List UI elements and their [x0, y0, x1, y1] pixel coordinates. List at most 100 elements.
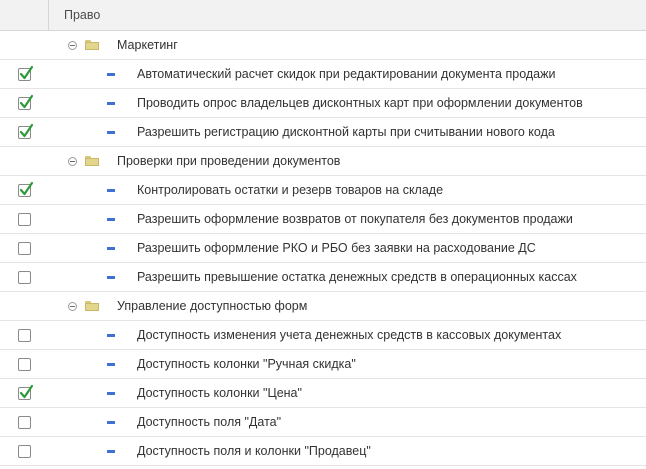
permission-label: Контролировать остатки и резерв товаров …: [137, 183, 444, 197]
tree-cell: Разрешить регистрацию дисконтной карты п…: [49, 118, 555, 146]
dash-icon: [107, 246, 115, 250]
table-row[interactable]: Разрешить превышение остатка денежных ср…: [0, 263, 646, 292]
check-cell: [0, 60, 49, 88]
group-row[interactable]: Маркетинг: [0, 31, 646, 60]
permission-label: Проводить опрос владельцев дисконтных ка…: [137, 96, 583, 110]
tree-cell: Разрешить оформление РКО и РБО без заявк…: [49, 234, 536, 262]
permission-label: Доступность изменения учета денежных сре…: [137, 328, 562, 342]
folder-icon: [85, 156, 99, 166]
dash-icon: [107, 391, 115, 395]
table-row[interactable]: Доступность изменения учета денежных сре…: [0, 321, 646, 350]
check-cell: [0, 408, 49, 436]
permission-checkbox[interactable]: [18, 444, 31, 458]
check-cell: [0, 89, 49, 117]
check-cell: [0, 263, 49, 291]
permission-checkbox[interactable]: [18, 415, 31, 429]
permission-checkbox[interactable]: [18, 384, 34, 400]
folder-icon: [85, 40, 99, 50]
check-cell: [0, 205, 49, 233]
collapse-icon[interactable]: [68, 301, 77, 311]
table-row[interactable]: Разрешить регистрацию дисконтной карты п…: [0, 118, 646, 147]
tree-cell: Доступность изменения учета денежных сре…: [49, 321, 561, 349]
checkmark-icon: [19, 123, 34, 137]
dash-icon: [107, 130, 115, 134]
permission-checkbox[interactable]: [18, 241, 31, 255]
table-row[interactable]: Доступность поля и колонки "Продавец": [0, 437, 646, 466]
permission-checkbox[interactable]: [18, 123, 34, 139]
table-row[interactable]: Автоматический расчет скидок при редакти…: [0, 60, 646, 89]
table-row[interactable]: Проводить опрос владельцев дисконтных ка…: [0, 89, 646, 118]
check-cell: [0, 234, 49, 262]
permission-label: Доступность поля "Дата": [137, 415, 282, 429]
table-header: Право: [0, 0, 646, 31]
check-cell: [0, 147, 49, 175]
permission-checkbox[interactable]: [18, 181, 34, 197]
tree-cell: Доступность поля "Дата": [49, 408, 281, 436]
tree-cell: Доступность колонки "Ручная скидка": [49, 350, 356, 378]
group-label: Проверки при проведении документов: [117, 154, 341, 168]
permission-checkbox[interactable]: [18, 65, 34, 81]
check-cell: [0, 437, 49, 465]
table-row[interactable]: Доступность поля "Дата": [0, 408, 646, 437]
permission-checkbox[interactable]: [18, 357, 31, 371]
dash-icon: [107, 101, 115, 105]
checkmark-icon: [19, 181, 34, 195]
group-row[interactable]: Проверки при проведении документов: [0, 147, 646, 176]
permission-label: Доступность поля и колонки "Продавец": [137, 444, 371, 458]
check-cell: [0, 292, 49, 320]
permission-label: Автоматический расчет скидок при редакти…: [137, 67, 556, 81]
tree-cell: Проводить опрос владельцев дисконтных ка…: [49, 89, 583, 117]
permission-label: Доступность колонки "Ручная скидка": [137, 357, 356, 371]
check-cell: [0, 31, 49, 59]
permission-label: Разрешить оформление РКО и РБО без заявк…: [137, 241, 536, 255]
table-row[interactable]: Доступность колонки "Цена": [0, 379, 646, 408]
dash-icon: [107, 449, 115, 453]
check-cell: [0, 321, 49, 349]
permission-label: Разрешить оформление возвратов от покупа…: [137, 212, 573, 226]
permissions-table: Право Маркетинг Автоматический расчет ски…: [0, 0, 646, 469]
dash-icon: [107, 420, 115, 424]
group-row[interactable]: Управление доступностью форм: [0, 292, 646, 321]
check-cell: [0, 379, 49, 407]
permission-label: Доступность колонки "Цена": [137, 386, 302, 400]
table-row[interactable]: Разрешить оформление РКО и РБО без заявк…: [0, 234, 646, 263]
permission-checkbox[interactable]: [18, 94, 34, 110]
tree-cell: Доступность колонки "Цена": [49, 379, 302, 407]
folder-icon: [85, 301, 99, 311]
permission-checkbox[interactable]: [18, 270, 31, 284]
table-row[interactable]: Доступность колонки "Ручная скидка": [0, 350, 646, 379]
check-cell: [0, 350, 49, 378]
header-check-column: [0, 0, 49, 30]
check-cell: [0, 118, 49, 146]
dash-icon: [107, 275, 115, 279]
checkmark-icon: [19, 384, 34, 398]
check-cell: [0, 176, 49, 204]
group-label: Управление доступностью форм: [117, 299, 308, 313]
dash-icon: [107, 217, 115, 221]
permission-checkbox[interactable]: [18, 212, 31, 226]
tree-cell: Управление доступностью форм: [49, 292, 307, 320]
dash-icon: [107, 362, 115, 366]
tree-cell: Проверки при проведении документов: [49, 147, 340, 175]
collapse-icon[interactable]: [68, 156, 77, 166]
group-label: Маркетинг: [117, 38, 178, 52]
header-title[interactable]: Право: [49, 0, 100, 30]
dash-icon: [107, 333, 115, 337]
tree-cell: Автоматический расчет скидок при редакти…: [49, 60, 555, 88]
table-row[interactable]: Контролировать остатки и резерв товаров …: [0, 176, 646, 205]
tree-cell: Разрешить оформление возвратов от покупа…: [49, 205, 573, 233]
checkmark-icon: [19, 65, 34, 79]
dash-icon: [107, 188, 115, 192]
dash-icon: [107, 72, 115, 76]
collapse-icon[interactable]: [68, 40, 77, 50]
table-body: Маркетинг Автоматический расчет скидок пр…: [0, 31, 646, 466]
tree-cell: Разрешить превышение остатка денежных ср…: [49, 263, 577, 291]
tree-cell: Контролировать остатки и резерв товаров …: [49, 176, 443, 204]
table-row[interactable]: Разрешить оформление возвратов от покупа…: [0, 205, 646, 234]
permission-label: Разрешить превышение остатка денежных ср…: [137, 270, 577, 284]
permission-checkbox[interactable]: [18, 328, 31, 342]
tree-cell: Маркетинг: [49, 31, 178, 59]
checkmark-icon: [19, 94, 34, 108]
tree-cell: Доступность поля и колонки "Продавец": [49, 437, 371, 465]
permission-label: Разрешить регистрацию дисконтной карты п…: [137, 125, 555, 139]
